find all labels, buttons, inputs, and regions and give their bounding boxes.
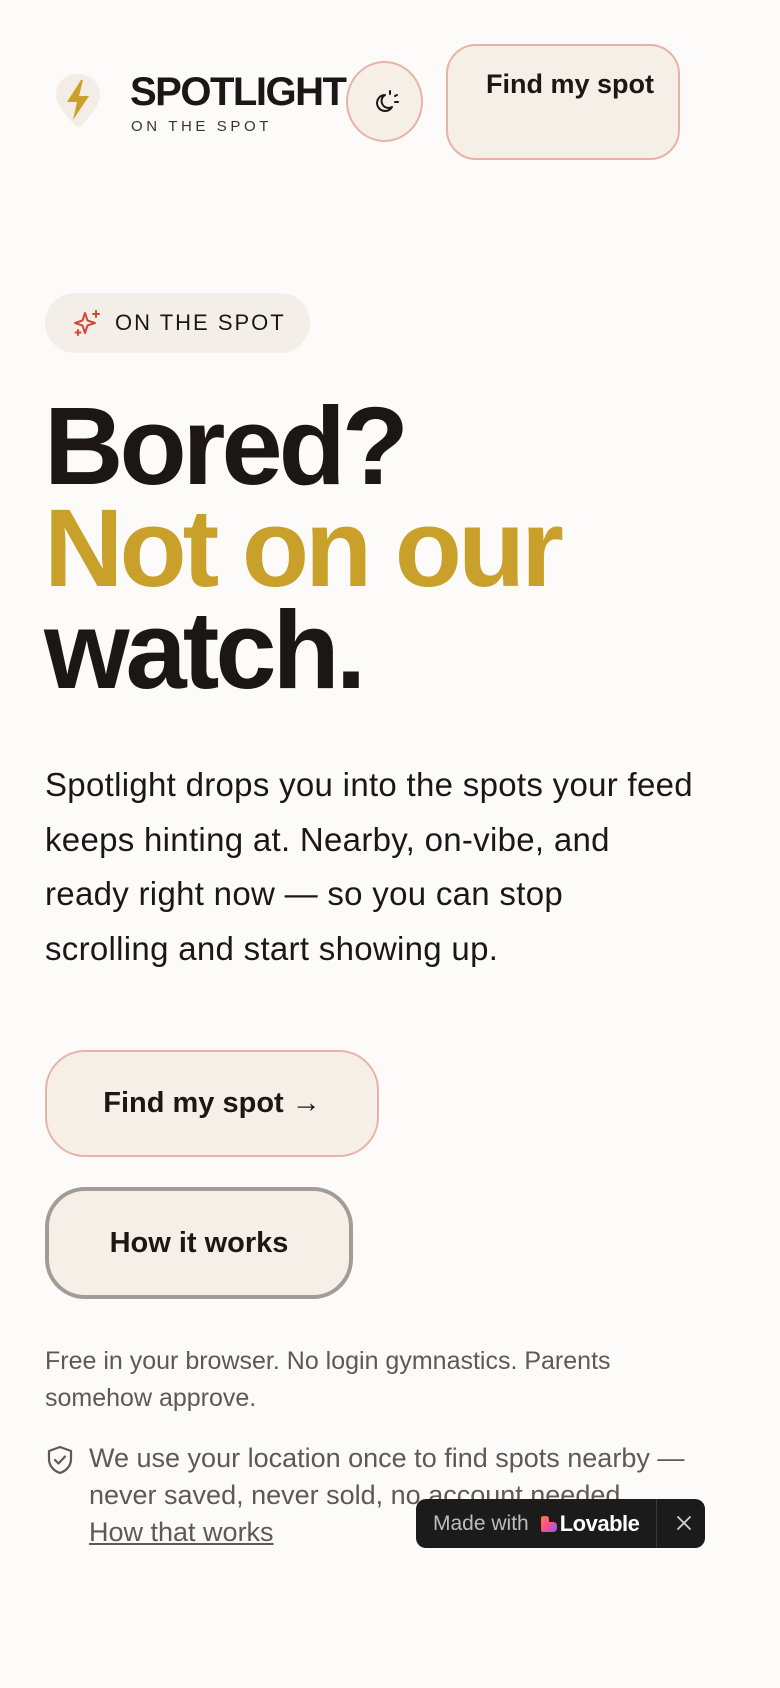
fine-print: Free in your browser. No login gymnastic…: [45, 1347, 611, 1412]
header-find-my-spot-button[interactable]: Find my spot: [446, 44, 680, 160]
lightning-pin-icon[interactable]: [54, 72, 102, 130]
lovable-name: Lovable: [559, 1510, 640, 1536]
made-with-lovable-badge[interactable]: Made with Lovable: [416, 1499, 705, 1548]
brand-tagline: ON THE SPOT: [131, 118, 273, 135]
sparkles-icon: [74, 310, 100, 336]
headline-line-3: watch.: [44, 589, 366, 712]
headline-line-2-accent: Not on our: [44, 487, 564, 610]
headline-line-1: Bored?: [44, 385, 409, 508]
theme-toggle-button[interactable]: [346, 61, 423, 142]
made-with-label: Made with: [433, 1511, 529, 1535]
shield-check-icon: [47, 1445, 73, 1475]
find-my-spot-button[interactable]: Find my spot →: [45, 1050, 379, 1157]
brand-name[interactable]: SPOTLIGHT: [130, 70, 347, 114]
on-the-spot-badge: ON THE SPOT: [45, 293, 310, 353]
close-icon: [677, 1516, 691, 1530]
landing-page: SPOTLIGHT ON THE SPOT Find my spot ON TH…: [0, 0, 724, 1568]
moon-sun-icon: [375, 89, 399, 112]
lovable-heart-icon: [540, 1515, 557, 1532]
badge-label: ON THE SPOT: [115, 310, 286, 335]
how-it-works-button[interactable]: How it works: [45, 1187, 353, 1299]
hero-headline: Bored? Not on our watch.: [44, 385, 564, 712]
hero-lede: Spotlight drops you into the spots your …: [45, 766, 693, 967]
badge-divider: [656, 1499, 657, 1548]
how-that-works-link[interactable]: How that works: [89, 1517, 274, 1547]
close-badge-button[interactable]: [670, 1509, 698, 1537]
